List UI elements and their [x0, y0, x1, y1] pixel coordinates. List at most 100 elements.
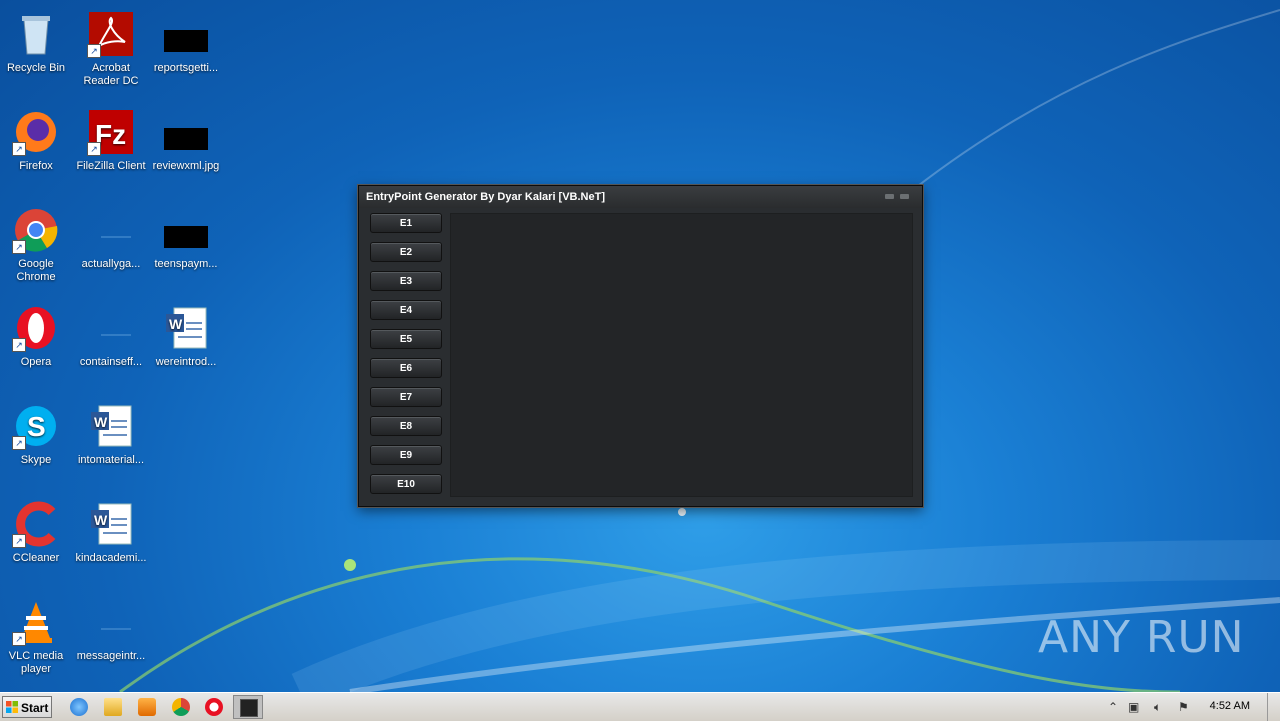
icon-label: reviewxml.jpg — [152, 160, 220, 172]
file-icon — [87, 206, 135, 254]
icon-label: Recycle Bin — [6, 62, 66, 74]
anyrun-watermark: ANY RUN — [1038, 612, 1245, 663]
file-explorer-icon[interactable] — [104, 698, 122, 716]
shortcut-arrow-icon: ↗ — [12, 632, 26, 646]
desktop-icon-acrobat[interactable]: ↗ Acrobat Reader DC — [75, 8, 147, 98]
filezilla-icon: Fz ↗ — [87, 108, 135, 156]
desktop-icon-word-doc[interactable]: W wereintrod... — [150, 302, 222, 392]
output-panel[interactable] — [450, 213, 913, 497]
minimize-button[interactable] — [885, 194, 894, 199]
action-center-icon[interactable]: ▣ — [1128, 700, 1139, 714]
e9-button[interactable]: E9 — [370, 445, 442, 465]
recycle-bin-icon — [12, 10, 60, 58]
icon-label: FileZilla Client — [76, 160, 146, 172]
skype-icon: S ↗ — [12, 402, 60, 450]
desktop-icon-file[interactable]: actuallyga... — [75, 204, 147, 294]
desktop-icon-filezilla[interactable]: Fz ↗ FileZilla Client — [75, 106, 147, 196]
svg-text:W: W — [94, 414, 108, 430]
desktop-icon-firefox[interactable]: ↗ Firefox — [0, 106, 72, 196]
desktop-icon-chrome[interactable]: ↗ Google Chrome — [0, 204, 72, 294]
internet-explorer-icon[interactable] — [70, 698, 88, 716]
shortcut-arrow-icon: ↗ — [12, 240, 26, 254]
chrome-taskbar-icon[interactable] — [172, 698, 190, 716]
opera-icon: ↗ — [12, 304, 60, 352]
e8-button[interactable]: E8 — [370, 416, 442, 436]
system-tray: ⌃ ▣ 🔈︎ ⚑ 4:52 AM — [1102, 693, 1280, 721]
windows-logo-icon — [6, 701, 18, 713]
e3-button[interactable]: E3 — [370, 271, 442, 291]
desktop-icon-vlc[interactable]: ↗ VLC media player — [0, 596, 72, 686]
icon-label: VLC media player — [8, 650, 64, 675]
icon-label: actuallyga... — [81, 258, 141, 270]
start-label: Start — [21, 701, 49, 715]
opera-taskbar-icon[interactable] — [205, 698, 223, 716]
desktop-icon-word-doc[interactable]: W kindacademi... — [75, 498, 147, 588]
icon-label: Opera — [20, 356, 52, 368]
firefox-icon: ↗ — [12, 108, 60, 156]
word-doc-icon: W — [162, 304, 210, 352]
icon-label: Acrobat Reader DC — [83, 62, 139, 87]
entrypoint-generator-taskbar-button[interactable] — [233, 695, 263, 719]
icon-label: kindacademi... — [75, 552, 147, 564]
media-player-icon[interactable] — [138, 698, 156, 716]
ccleaner-icon: ↗ — [12, 500, 60, 548]
word-doc-icon: W — [87, 500, 135, 548]
icon-label: teenspaym... — [154, 258, 218, 270]
desktop-icon-skype[interactable]: S ↗ Skype — [0, 400, 72, 490]
shortcut-arrow-icon: ↗ — [12, 436, 26, 450]
icon-label: Firefox — [19, 160, 53, 172]
icon-label: Google Chrome — [16, 258, 56, 283]
show-desktop-button[interactable] — [1267, 693, 1280, 721]
svg-text:W: W — [94, 512, 108, 528]
app-taskbar-icon — [240, 699, 258, 717]
entrypoint-generator-window: EntryPoint Generator By Dyar Kalari [VB.… — [358, 185, 923, 507]
desktop: Recycle Bin ↗ Firefox ↗ Google Chrome ↗ … — [0, 0, 1280, 692]
icon-label: containseff... — [79, 356, 143, 368]
clock[interactable]: 4:52 AM — [1210, 700, 1250, 712]
shortcut-arrow-icon: ↗ — [12, 142, 26, 156]
vlc-icon: ↗ — [12, 598, 60, 646]
show-hidden-icons-icon[interactable]: ⌃ — [1108, 700, 1118, 714]
svg-text:S: S — [27, 411, 46, 442]
file-icon — [87, 304, 135, 352]
flag-icon[interactable]: ⚑ — [1178, 700, 1189, 714]
e6-button[interactable]: E6 — [370, 358, 442, 378]
icon-label: reportsgetti... — [153, 62, 219, 74]
shortcut-arrow-icon: ↗ — [87, 44, 101, 58]
word-doc-icon: W — [87, 402, 135, 450]
title-bar[interactable]: EntryPoint Generator By Dyar Kalari [VB.… — [359, 186, 922, 208]
window-title: EntryPoint Generator By Dyar Kalari [VB.… — [366, 191, 606, 203]
start-button[interactable]: Start — [2, 696, 52, 718]
desktop-icon-file[interactable]: containseff... — [75, 302, 147, 392]
volume-icon[interactable]: 🔈︎ — [1154, 700, 1161, 715]
desktop-icon-opera[interactable]: ↗ Opera — [0, 302, 72, 392]
desktop-icon-file[interactable]: messageintr... — [75, 596, 147, 686]
maximize-button[interactable] — [900, 194, 909, 199]
icon-label: Skype — [20, 454, 52, 466]
desktop-icon-word-doc[interactable]: W intomaterial... — [75, 400, 147, 490]
file-icon — [162, 206, 210, 254]
shortcut-arrow-icon: ↗ — [12, 338, 26, 352]
acrobat-icon: ↗ — [87, 10, 135, 58]
generator-button-column: E1 E2 E3 E4 E5 E6 E7 E8 E9 E10 — [370, 213, 444, 503]
e7-button[interactable]: E7 — [370, 387, 442, 407]
file-icon — [87, 598, 135, 646]
desktop-icon-recycle-bin[interactable]: Recycle Bin — [0, 8, 72, 98]
e5-button[interactable]: E5 — [370, 329, 442, 349]
desktop-icon-image-file[interactable]: reviewxml.jpg — [150, 106, 222, 196]
icon-label: messageintr... — [76, 650, 146, 662]
image-file-icon — [162, 108, 210, 156]
shortcut-arrow-icon: ↗ — [87, 142, 101, 156]
e1-button[interactable]: E1 — [370, 213, 442, 233]
taskbar: Start ⌃ ▣ 🔈︎ ⚑ 4:52 AM — [0, 692, 1280, 721]
icon-label: CCleaner — [12, 552, 60, 564]
icon-label: wereintrod... — [155, 356, 217, 368]
e10-button[interactable]: E10 — [370, 474, 442, 494]
desktop-icon-file[interactable]: reportsgetti... — [150, 8, 222, 98]
desktop-icon-ccleaner[interactable]: ↗ CCleaner — [0, 498, 72, 588]
e4-button[interactable]: E4 — [370, 300, 442, 320]
e2-button[interactable]: E2 — [370, 242, 442, 262]
desktop-icon-file[interactable]: teenspaym... — [150, 204, 222, 294]
file-icon — [162, 10, 210, 58]
chrome-icon: ↗ — [12, 206, 60, 254]
